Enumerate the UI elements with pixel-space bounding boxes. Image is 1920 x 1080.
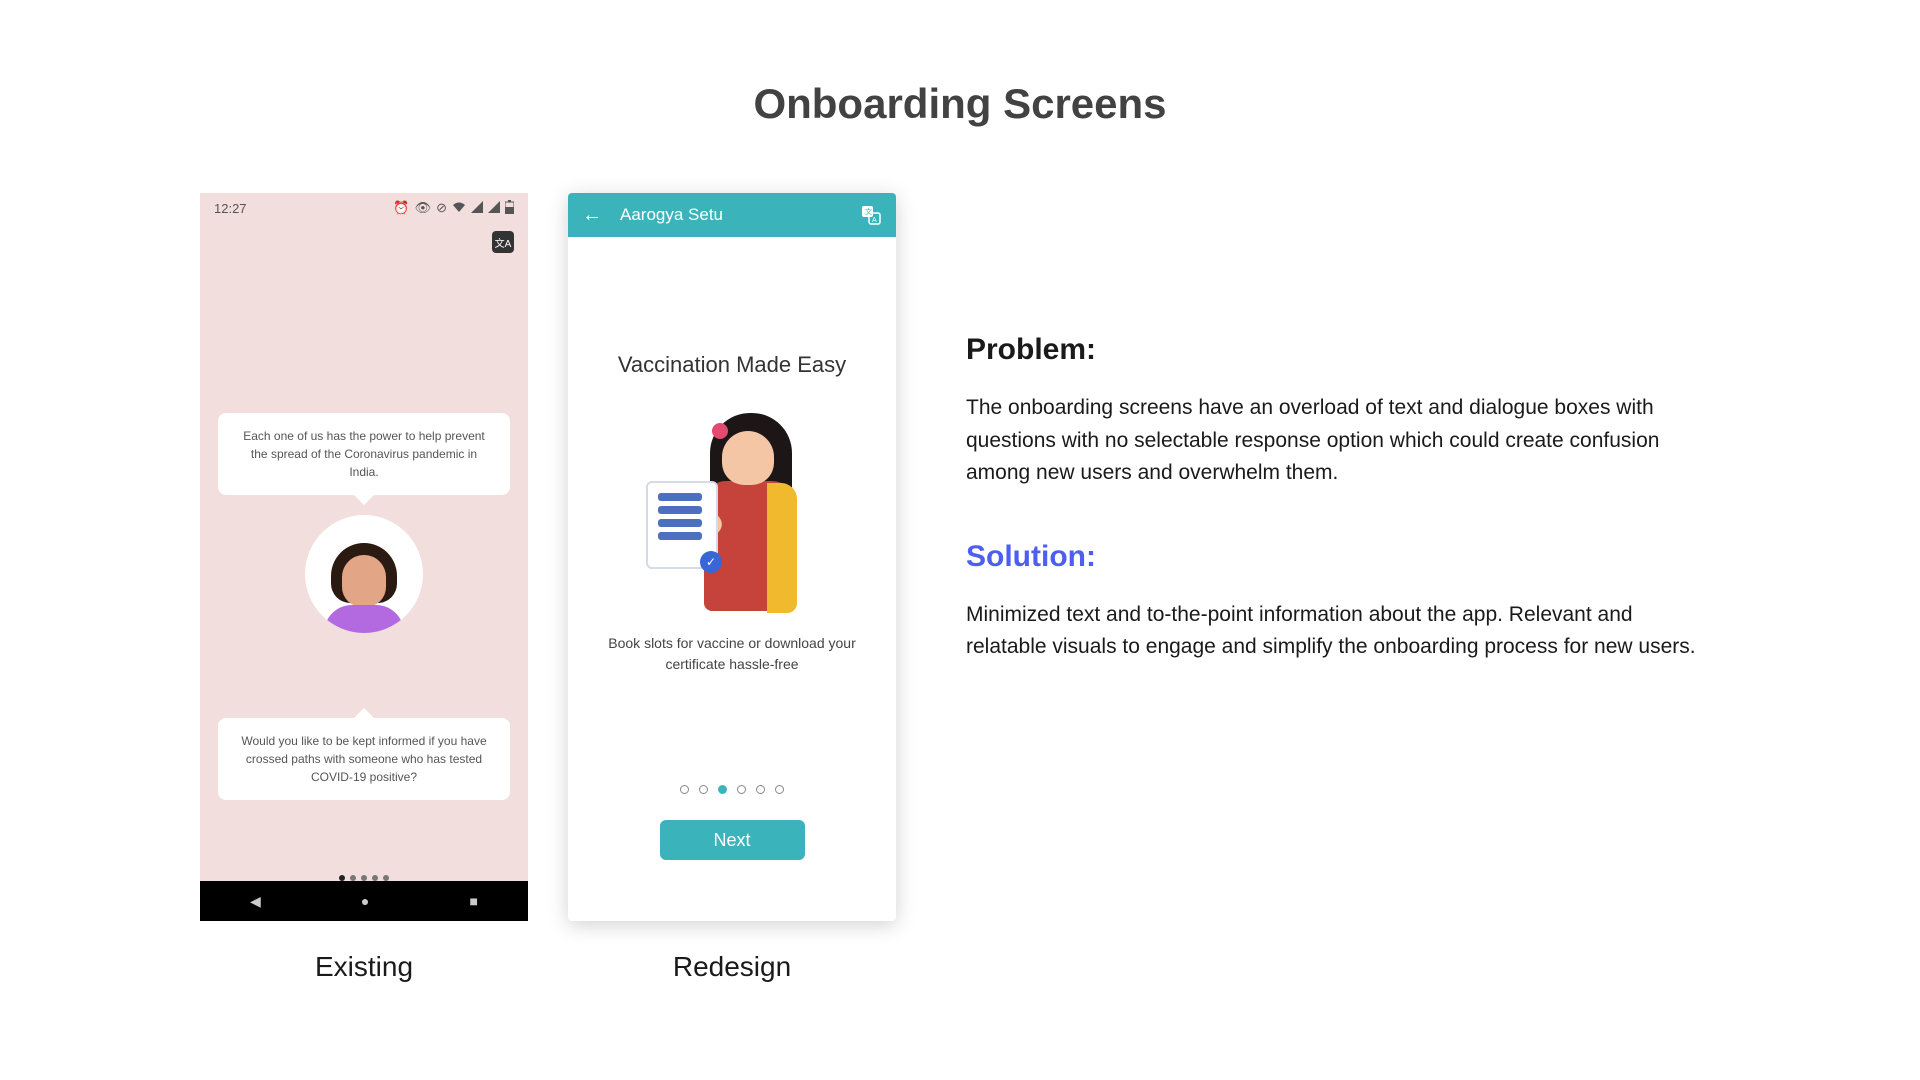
status-icons: ⏰ 👁 ⊘ [393, 200, 514, 217]
status-time: 12:27 [214, 201, 247, 216]
redesign-phone-group: ← Aarogya Setu 文A Vaccination Made Easy [568, 193, 896, 983]
app-header: ← Aarogya Setu 文A [568, 193, 896, 237]
solution-body: Minimized text and to-the-point informat… [966, 599, 1716, 664]
signal-icon-1 [471, 201, 483, 216]
problem-heading: Problem: [966, 333, 1716, 367]
existing-phone-mockup: 12:27 ⏰ 👁 ⊘ [200, 193, 528, 921]
page-dot[interactable] [680, 785, 689, 794]
redesign-label: Redesign [673, 951, 791, 983]
header-title: Aarogya Setu [620, 205, 842, 225]
page-dot[interactable] [718, 785, 727, 794]
battery-icon [505, 200, 514, 217]
onboarding-illustration: ✓ [652, 413, 812, 613]
dialog-text-top: Each one of us has the power to help pre… [243, 429, 485, 479]
solution-heading: Solution: [966, 540, 1716, 574]
page-indicator-redesign [568, 785, 896, 794]
page-container: Onboarding Screens 12:27 ⏰ 👁 ⊘ [0, 0, 1920, 1080]
avatar [305, 515, 423, 633]
svg-text:文: 文 [865, 207, 872, 216]
dialog-text-bottom: Would you like to be kept informed if yo… [241, 734, 486, 784]
dialog-bubble-top: Each one of us has the power to help pre… [218, 413, 510, 495]
dnd-icon: ⊘ [436, 200, 447, 216]
content-row: 12:27 ⏰ 👁 ⊘ [200, 193, 1720, 983]
problem-body: The onboarding screens have an overload … [966, 392, 1716, 490]
back-arrow-icon[interactable]: ← [582, 204, 602, 227]
text-section: Problem: The onboarding screens have an … [966, 193, 1716, 664]
eye-icon: 👁 [415, 200, 432, 216]
checkmark-icon: ✓ [700, 551, 722, 573]
translate-header-icon[interactable]: 文A [860, 204, 882, 226]
home-nav-icon[interactable]: ● [361, 893, 369, 909]
phones-section: 12:27 ⏰ 👁 ⊘ [200, 193, 896, 983]
wifi-icon [452, 201, 466, 216]
svg-text:A: A [872, 217, 877, 224]
page-title: Onboarding Screens [200, 80, 1720, 128]
dialog-bubble-bottom: Would you like to be kept informed if yo… [218, 718, 510, 800]
alarm-icon: ⏰ [393, 200, 409, 216]
onboarding-description: Book slots for vaccine or download your … [608, 633, 856, 675]
status-bar: 12:27 ⏰ 👁 ⊘ [200, 193, 528, 223]
page-dot[interactable] [737, 785, 746, 794]
existing-phone-group: 12:27 ⏰ 👁 ⊘ [200, 193, 528, 983]
page-dot[interactable] [775, 785, 784, 794]
android-navigation-bar: ◀ ● ■ [200, 881, 528, 921]
redesign-phone-mockup: ← Aarogya Setu 文A Vaccination Made Easy [568, 193, 896, 921]
onboarding-title: Vaccination Made Easy [568, 352, 896, 378]
next-button[interactable]: Next [660, 820, 805, 860]
existing-label: Existing [315, 951, 413, 983]
page-dot[interactable] [699, 785, 708, 794]
recent-nav-icon[interactable]: ■ [469, 893, 477, 909]
translate-icon[interactable]: 文A [492, 231, 514, 253]
signal-icon-2 [488, 201, 500, 216]
page-dot[interactable] [756, 785, 765, 794]
back-nav-icon[interactable]: ◀ [250, 893, 261, 910]
